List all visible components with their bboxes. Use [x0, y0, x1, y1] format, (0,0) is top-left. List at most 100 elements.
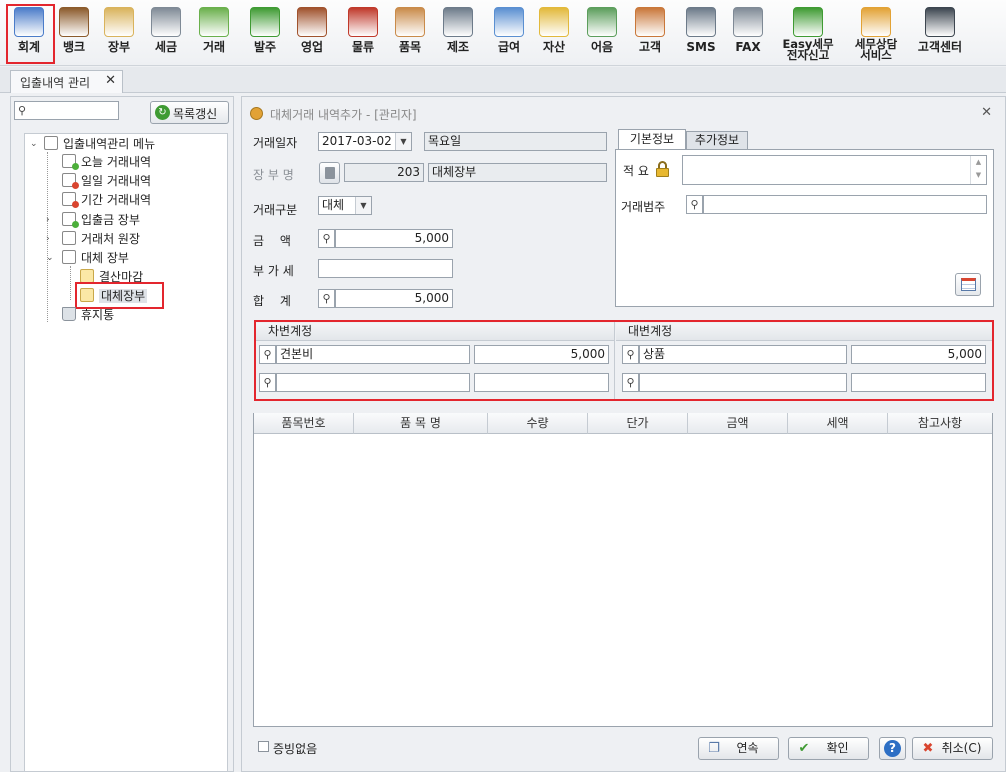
col-item-name[interactable]: 품 목 명 [354, 413, 488, 434]
chevron-down-icon[interactable]: ▼ [395, 133, 411, 150]
date-label: 거래일자 [253, 136, 298, 150]
expand-icon[interactable]: › [46, 211, 50, 229]
truck-icon [348, 7, 378, 37]
col-item-no[interactable]: 품목번호 [254, 413, 354, 434]
lock-icon[interactable] [655, 161, 670, 177]
toolbar-button-17[interactable]: 세무상담 서비스 [848, 0, 904, 64]
tree-item-today[interactable]: 오늘 거래내역 [62, 153, 151, 171]
continue-button[interactable]: ❐ 연속 [698, 737, 779, 760]
toolbar-button-11[interactable]: 자산 [534, 0, 574, 64]
vat-label: 부 가 세 [253, 264, 294, 278]
toolbar-button-9[interactable]: 제조 [438, 0, 478, 64]
calendar-button[interactable] [955, 273, 981, 296]
col-amount[interactable]: 금액 [688, 413, 788, 434]
ok-button[interactable]: ✔ 확인 [788, 737, 869, 760]
toolbar-button-10[interactable]: 급여 [487, 0, 531, 64]
toolbar-button-14[interactable]: SMS [683, 0, 719, 64]
cash-icon [199, 7, 229, 37]
tree-item-trash[interactable]: 휴지통 [62, 306, 114, 324]
tab-label: 입출내역 관리 [20, 76, 91, 90]
calendar-range-icon [62, 192, 79, 208]
amount-field[interactable]: 5,000 [335, 229, 453, 248]
search-icon[interactable]: ⚲ [318, 289, 335, 308]
toolbar-button-3[interactable]: 세금 [146, 0, 186, 64]
tab-basic-info[interactable]: 기본정보 [618, 129, 686, 150]
toolbar-label: 어음 [590, 40, 614, 54]
book-icon [325, 167, 335, 179]
date-picker[interactable]: 2017-03-02 ▼ [318, 132, 412, 151]
col-qty[interactable]: 수량 [488, 413, 588, 434]
vat-field[interactable] [318, 259, 453, 278]
toolbar-label: 고객 [638, 40, 662, 54]
total-field[interactable]: 5,000 [335, 289, 453, 308]
collapse-icon[interactable]: ⌄ [46, 249, 54, 267]
tree-item-cashbook[interactable]: › 입출금 장부 [46, 211, 140, 229]
bill-note-icon [587, 7, 617, 37]
toolbar-button-2[interactable]: 장부 [98, 0, 140, 64]
chevron-down-icon[interactable]: ▼ [355, 197, 371, 214]
toolbar-button-16[interactable]: Easy세무 전자신고 [772, 0, 844, 64]
toolbar-button-12[interactable]: 어음 [582, 0, 622, 64]
search-icon: ⚲ [18, 104, 27, 117]
cancel-button[interactable]: ✖ 취소(C) [912, 737, 993, 760]
highlight-accounts [254, 320, 994, 401]
tree-item-daily[interactable]: 일일 거래내역 [62, 172, 151, 190]
close-icon[interactable]: ✕ [105, 73, 116, 88]
search-icon[interactable]: ⚲ [318, 229, 335, 248]
search-icon[interactable]: ⚲ [686, 195, 703, 214]
col-tax[interactable]: 세액 [788, 413, 888, 434]
toolbar-label: 자산 [542, 40, 566, 54]
collapse-icon[interactable]: ⌄ [30, 135, 38, 153]
tree-search-input[interactable]: ⚲ [14, 101, 119, 120]
toolbar-label: 뱅크 [62, 40, 86, 54]
fax-icon [733, 7, 763, 37]
item-grid[interactable] [253, 413, 993, 727]
no-proof-checkbox[interactable] [258, 741, 269, 752]
tree-item-client-ledger[interactable]: › 거래처 원장 [46, 230, 140, 248]
col-notes[interactable]: 참고사항 [888, 413, 992, 434]
type-label: 거래구분 [253, 203, 298, 217]
highlight-transfer-ledger [75, 282, 164, 309]
toolbar-button-13[interactable]: 고객 [630, 0, 670, 64]
toolbar-label: 장부 [107, 40, 131, 54]
toolbar-label: 고객센터 [917, 40, 963, 54]
tab-deposit-withdrawal[interactable]: 입출내역 관리 ✕ [10, 70, 123, 93]
ledger-code-field: 203 [344, 163, 424, 182]
tree-item-period[interactable]: 기간 거래내역 [62, 191, 151, 209]
memo-input[interactable]: ▲ ▼ [682, 155, 987, 185]
toolbar-button-6[interactable]: 영업 [291, 0, 333, 64]
col-unit-price[interactable]: 단가 [588, 413, 688, 434]
sms-phone-icon [686, 7, 716, 37]
toolbar-button-7[interactable]: 물류 [339, 0, 387, 64]
scrollbar[interactable]: ▲ ▼ [970, 156, 986, 184]
toolbar-button-5[interactable]: 발주 [245, 0, 285, 64]
toolbar-button-15[interactable]: FAX [730, 0, 766, 64]
toolbar-label: 물류 [351, 40, 375, 54]
toolbar-button-18[interactable]: 고객센터 [910, 0, 970, 64]
toolbar-label: 세금 [154, 40, 178, 54]
toolbar-button-8[interactable]: 품목 [390, 0, 430, 64]
toolbar-button-4[interactable]: 거래 [193, 0, 235, 64]
e-tax-filing-icon [793, 7, 823, 37]
customers-icon [635, 7, 665, 37]
category-field[interactable] [703, 195, 987, 214]
type-select[interactable]: 대체 ▼ [318, 196, 372, 215]
toolbar-label: SMS [686, 40, 716, 54]
help-button[interactable]: ? [879, 737, 906, 760]
tools-icon [443, 7, 473, 37]
expand-icon[interactable]: › [46, 230, 50, 248]
x-icon: ✖ [922, 741, 934, 756]
ledger-lookup-button[interactable] [319, 162, 340, 184]
headset-icon [925, 7, 955, 37]
close-icon[interactable]: ✕ [981, 105, 992, 120]
tax-calculator-icon [151, 7, 181, 37]
tab-extra-info[interactable]: 추가정보 [686, 131, 748, 150]
toolbar-button-1[interactable]: 뱅크 [54, 0, 94, 64]
tree-root[interactable]: ⌄ 입출내역관리 메뉴 [30, 135, 155, 153]
refresh-list-button[interactable]: ↻ 목록갱신 [150, 101, 229, 124]
toolbar-label: 제조 [446, 40, 470, 54]
clipboard-icon [104, 7, 134, 37]
tree-item-transfer-ledger[interactable]: ⌄ 대체 장부 [46, 249, 129, 267]
document-check-icon [62, 154, 79, 170]
dialog-title-bar: 대체거래 내역추가 - [관리자] ✕ [242, 104, 1002, 124]
